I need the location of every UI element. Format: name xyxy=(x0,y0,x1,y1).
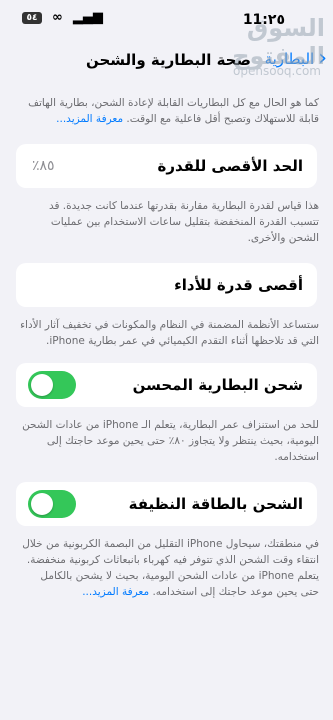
status-time: 11:٢٥ xyxy=(242,12,285,28)
status-icons: ٥٤ ∞ ▂▄▆ xyxy=(22,10,103,25)
max-capacity-value: ٪٨٥ xyxy=(32,158,55,174)
cellular-signal-icon: ▂▄▆ xyxy=(72,10,103,25)
clean-energy-text: في منطقتك، سيحاول iPhone التقليل من البص… xyxy=(22,538,319,598)
intro-note: كما هو الحال مع كل البطاريات القابلة لإع… xyxy=(0,95,333,127)
optimized-charging-row: شحن البطارية المحسن xyxy=(16,363,317,407)
settings-content: كما هو الحال مع كل البطاريات القابلة لإع… xyxy=(0,95,333,600)
chevron-back-icon: ‹ xyxy=(318,46,327,71)
learn-more-link[interactable]: معرفة المزيد... xyxy=(82,586,149,598)
peak-performance-row[interactable]: أقصى قدرة للأداء xyxy=(16,263,317,307)
clean-energy-row: الشحن بالطاقة النظيفة xyxy=(16,482,317,526)
back-button[interactable]: ‹ البطارية xyxy=(264,46,327,71)
optimized-charging-note: للحد من استنزاف عمر البطارية، يتعلم الـ … xyxy=(22,419,319,463)
page-title: صحة البطارية والشحن xyxy=(85,51,251,69)
peak-performance-label: أقصى قدرة للأداء xyxy=(174,276,303,294)
link-icon: ∞ xyxy=(52,10,63,25)
max-capacity-label: الحد الأقصى للقدرة xyxy=(157,157,304,175)
max-capacity-note: هذا قياس لقدرة البطارية مقارنة بقدرتها ع… xyxy=(48,200,319,244)
clean-energy-note: في منطقتك، سيحاول iPhone التقليل من البص… xyxy=(0,536,333,600)
max-capacity-row: الحد الأقصى للقدرة ٪٨٥ xyxy=(16,144,317,188)
clean-energy-toggle[interactable] xyxy=(28,490,76,518)
toggle-knob xyxy=(31,493,53,515)
optimized-charging-label: شحن البطارية المحسن xyxy=(132,376,303,394)
clean-energy-label: الشحن بالطاقة النظيفة xyxy=(128,495,303,513)
back-label: البطارية xyxy=(264,50,315,68)
toggle-knob xyxy=(31,374,53,396)
status-bar: ٥٤ ∞ ▂▄▆ 11:٢٥ xyxy=(0,0,333,38)
optimized-charging-toggle[interactable] xyxy=(28,371,76,399)
battery-icon: ٥٤ xyxy=(22,12,42,24)
peak-performance-note: ستساعد الأنظمة المضمنة في النظام والمكون… xyxy=(20,319,319,347)
learn-more-link[interactable]: معرفة المزيد... xyxy=(56,113,123,125)
nav-bar: ‹ البطارية صحة البطارية والشحن xyxy=(0,38,333,82)
